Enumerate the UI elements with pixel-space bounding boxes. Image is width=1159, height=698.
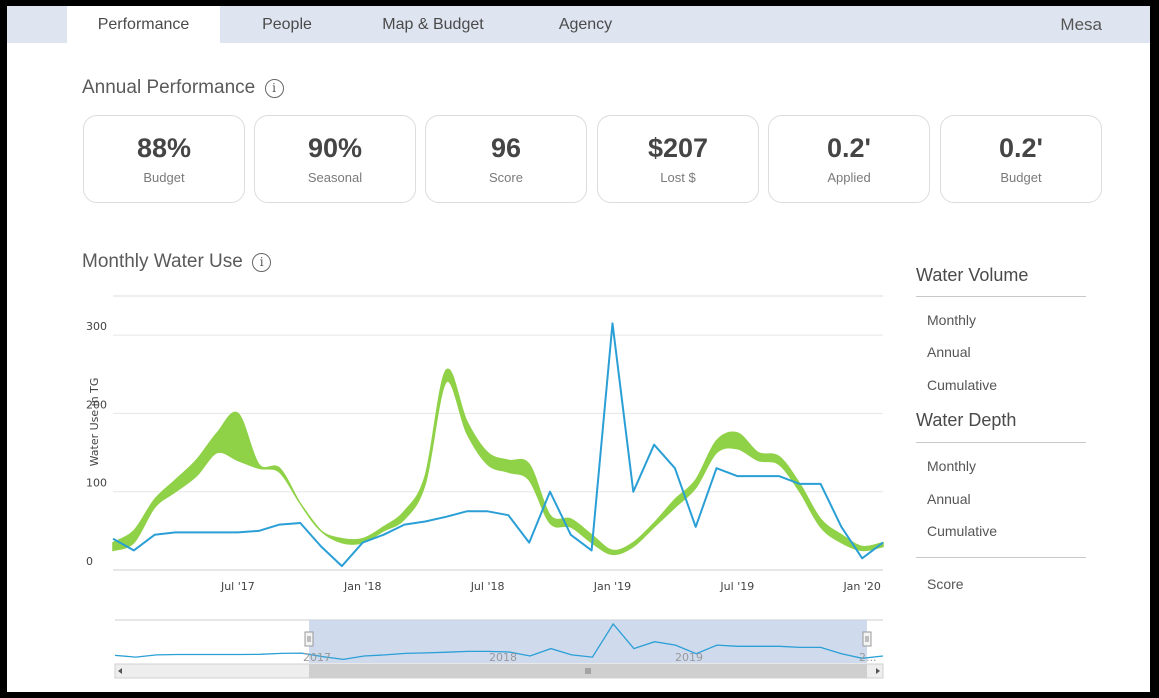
data-point xyxy=(609,320,615,326)
data-point xyxy=(235,529,241,535)
x-tick-label: Jul '18 xyxy=(470,580,505,593)
y-tick-label: 300 xyxy=(86,320,107,333)
data-point xyxy=(589,547,595,553)
handle-box[interactable] xyxy=(862,631,872,647)
data-point xyxy=(401,522,407,528)
x-tick-label: Jan '20 xyxy=(842,580,880,593)
data-point xyxy=(131,547,137,553)
data-point xyxy=(172,529,178,535)
app-frame: Performance People Map & Budget Agency M… xyxy=(7,6,1150,692)
y-axis-title: Water Use in TG xyxy=(88,378,101,467)
data-point xyxy=(297,520,303,526)
data-point xyxy=(214,529,220,535)
data-point xyxy=(485,508,491,514)
data-point xyxy=(422,518,428,524)
data-point xyxy=(630,489,636,495)
data-point xyxy=(443,514,449,520)
depth-monthly-option[interactable]: Monthly xyxy=(927,458,976,474)
handle-box[interactable] xyxy=(304,631,314,647)
data-point xyxy=(256,528,262,534)
data-point xyxy=(693,524,699,530)
y-tick-label: 100 xyxy=(86,477,107,490)
data-point xyxy=(818,481,824,487)
monthly-water-use-chart: 0100200300 Water Use in TG Jul '17 Jan '1… xyxy=(86,295,886,679)
data-point xyxy=(505,512,511,518)
data-point xyxy=(360,540,366,546)
data-point xyxy=(193,529,199,535)
score-option[interactable]: Score xyxy=(927,576,964,592)
depth-cumulative-option[interactable]: Cumulative xyxy=(927,523,997,539)
data-point xyxy=(152,532,158,538)
divider xyxy=(916,442,1086,443)
data-point xyxy=(276,522,282,528)
x-tick-label: Jul '17 xyxy=(220,580,255,593)
volume-monthly-option[interactable]: Monthly xyxy=(927,312,976,328)
data-point xyxy=(651,442,657,448)
depth-annual-option[interactable]: Annual xyxy=(927,491,971,507)
navigator-year-label: 2... xyxy=(859,651,877,664)
x-tick-label: Jan '19 xyxy=(593,580,631,593)
data-point xyxy=(672,465,678,471)
data-point xyxy=(110,536,116,542)
x-tick-label: Jan '18 xyxy=(343,580,381,593)
data-point xyxy=(880,540,886,546)
x-tick-label: Jul '19 xyxy=(719,580,754,593)
budget-band-area xyxy=(112,368,884,556)
water-depth-heading: Water Depth xyxy=(916,410,1017,430)
data-point xyxy=(381,532,387,538)
data-point xyxy=(859,555,865,561)
data-point xyxy=(755,473,761,479)
data-point xyxy=(318,544,324,550)
divider xyxy=(916,296,1086,297)
data-point xyxy=(339,563,345,569)
navigator-year-label: 2019 xyxy=(675,651,703,664)
navigator-year-label: 2018 xyxy=(489,651,517,664)
data-point xyxy=(734,473,740,479)
volume-cumulative-option[interactable]: Cumulative xyxy=(927,377,997,393)
data-point xyxy=(838,524,844,530)
data-point xyxy=(464,508,470,514)
data-point xyxy=(568,532,574,538)
data-point xyxy=(547,489,553,495)
navigator-left-handle[interactable] xyxy=(304,631,314,647)
navigator-year-label: 2017 xyxy=(303,651,331,664)
data-point xyxy=(776,473,782,479)
navigator-right-handle[interactable] xyxy=(862,631,872,647)
y-tick-label: 0 xyxy=(86,555,93,568)
divider xyxy=(916,557,1086,558)
data-point xyxy=(797,481,803,487)
volume-annual-option[interactable]: Annual xyxy=(927,344,971,360)
water-volume-heading: Water Volume xyxy=(916,265,1029,285)
data-point xyxy=(714,465,720,471)
data-point xyxy=(526,540,532,546)
